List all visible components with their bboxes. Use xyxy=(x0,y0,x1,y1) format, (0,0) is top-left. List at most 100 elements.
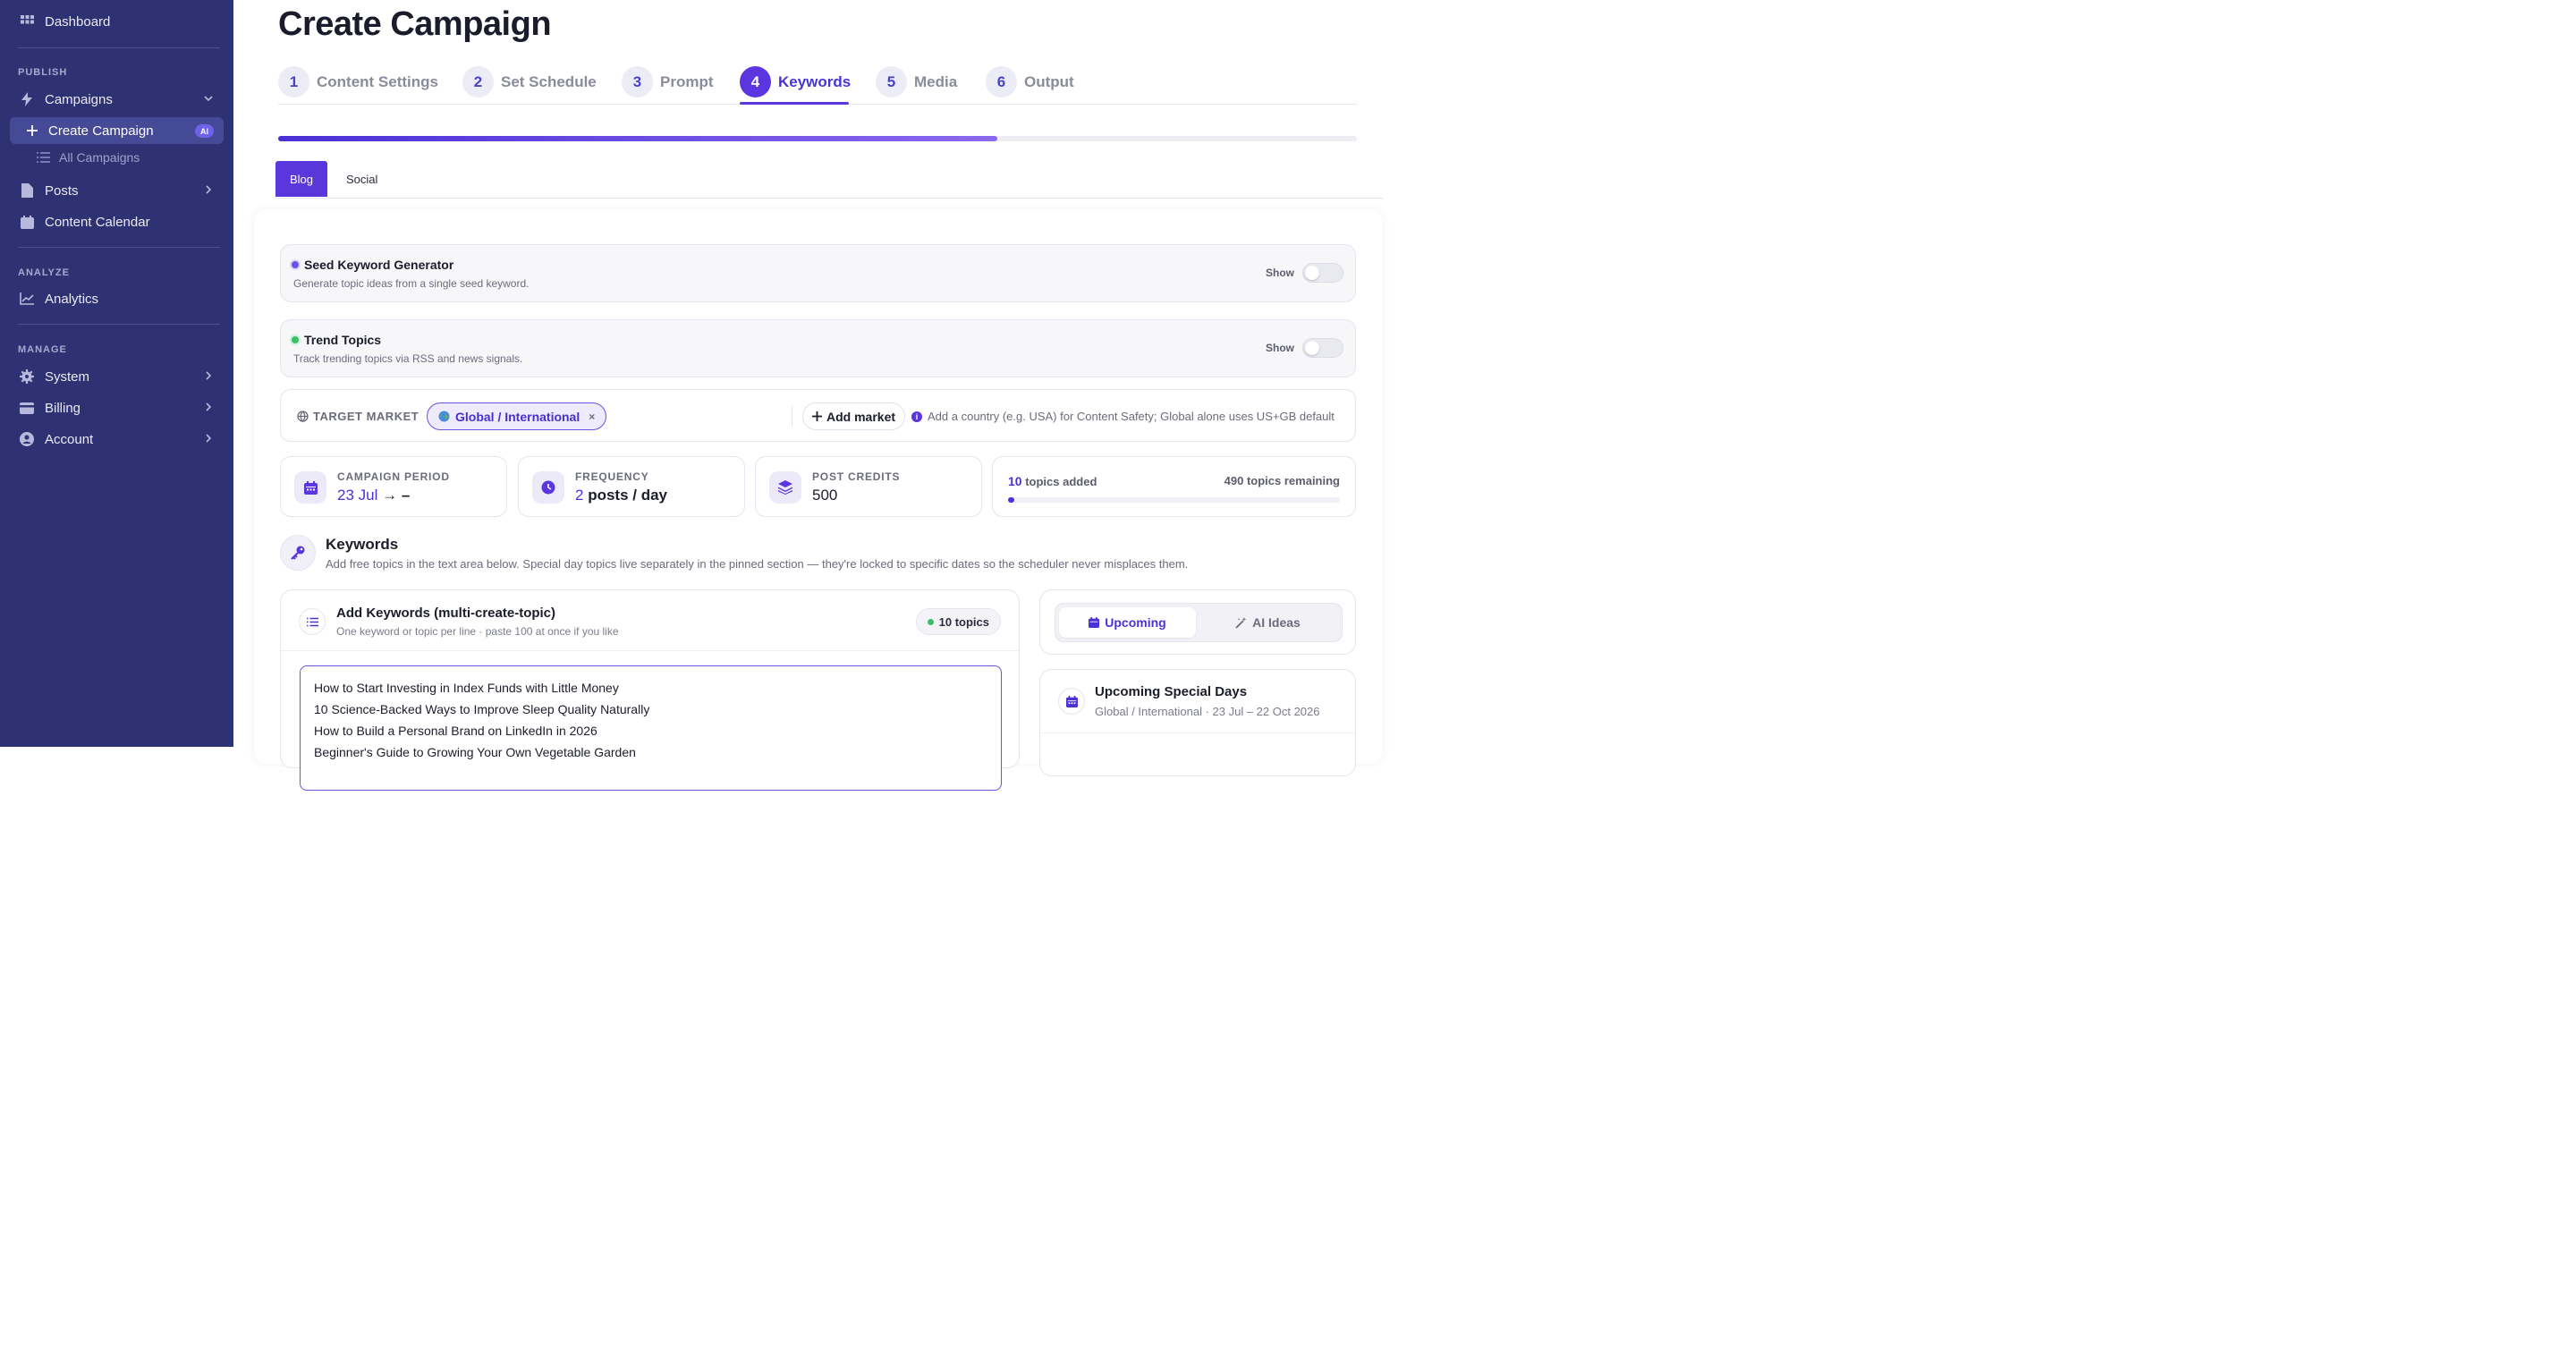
toggle-knob xyxy=(1305,341,1319,355)
step-prompt[interactable]: 3 Prompt xyxy=(622,66,714,97)
step-label: Content Settings xyxy=(317,72,438,90)
trend-topics-title-text: Trend Topics xyxy=(304,333,382,347)
topics-remaining: 490 topics remaining xyxy=(1224,474,1340,487)
chevron-right-icon xyxy=(202,432,215,445)
magic-wand-icon xyxy=(1235,616,1247,629)
step-number: 3 xyxy=(622,66,653,97)
key-icon xyxy=(280,535,316,571)
sidebar-item-system[interactable]: System xyxy=(10,363,224,390)
calendar-icon xyxy=(1058,688,1085,715)
step-number: 2 xyxy=(462,66,494,97)
step-label: Output xyxy=(1024,72,1074,90)
divider xyxy=(18,324,220,325)
chart-line-icon xyxy=(20,292,34,306)
step-number: 4 xyxy=(740,66,771,97)
sidebar-item-all-campaigns[interactable]: All Campaigns xyxy=(37,150,140,165)
step-set-schedule[interactable]: 2 Set Schedule xyxy=(462,66,597,97)
period-separator: → – xyxy=(382,487,411,504)
user-circle-icon xyxy=(20,432,34,446)
sidebar-item-label: Dashboard xyxy=(45,13,111,30)
plus-icon xyxy=(812,411,822,421)
sidebar-item-campaigns[interactable]: Campaigns xyxy=(10,86,224,113)
close-icon[interactable]: × xyxy=(589,411,595,423)
sidebar-item-label: Campaigns xyxy=(45,91,113,107)
seed-generator-title-text: Seed Keyword Generator xyxy=(304,258,454,272)
plus-icon xyxy=(25,123,39,138)
topics-added-text: topics added xyxy=(1025,475,1097,488)
special-days-subtitle: Global / International · 23 Jul – 22 Oct… xyxy=(1095,705,1320,718)
keyword-line: Beginner's Guide to Growing Your Own Veg… xyxy=(314,745,636,759)
list-icon xyxy=(299,608,326,635)
keywords-textarea[interactable]: How to Start Investing in Index Funds wi… xyxy=(300,665,1002,791)
step-number: 6 xyxy=(986,66,1017,97)
sidebar-item-account[interactable]: Account xyxy=(10,426,224,453)
sidebar-item-create-campaign[interactable]: Create Campaign AI xyxy=(10,117,224,144)
seed-generator-toggle[interactable] xyxy=(1302,263,1343,283)
toggle-knob xyxy=(1305,266,1319,280)
step-output[interactable]: 6 Output xyxy=(986,66,1074,97)
sidebar-item-analytics[interactable]: Analytics xyxy=(10,285,224,312)
sidebar: Dashboard PUBLISH Campaigns Create Campa… xyxy=(0,0,233,747)
upcoming-label: Upcoming xyxy=(1105,615,1166,630)
nav-section-manage: MANAGE xyxy=(18,344,67,355)
grid-icon xyxy=(20,14,34,29)
wizard-progress-bar xyxy=(278,136,1357,141)
market-hint: i Add a country (e.g. USA) for Content S… xyxy=(911,410,1335,423)
document-icon xyxy=(20,183,34,198)
trend-topics-toggle[interactable] xyxy=(1302,338,1343,358)
post-credits-label: POST CREDITS xyxy=(812,470,901,483)
market-chip[interactable]: Global / International × xyxy=(427,402,607,430)
sidebar-item-label: Billing xyxy=(45,400,81,416)
keywords-desc: Add free topics in the text area below. … xyxy=(326,557,1189,571)
keyword-line: How to Start Investing in Index Funds wi… xyxy=(314,681,619,695)
frequency-value: 2 posts / day xyxy=(575,487,667,504)
step-number: 5 xyxy=(876,66,907,97)
sidebar-item-dashboard[interactable]: Dashboard xyxy=(10,8,224,35)
info-icon: i xyxy=(911,411,922,422)
sidebar-item-posts[interactable]: Posts xyxy=(10,177,224,204)
campaign-period-card: CAMPAIGN PERIOD 23 Jul → – xyxy=(280,456,507,517)
frequency-card: FREQUENCY 2 posts / day xyxy=(518,456,745,517)
add-market-label: Add market xyxy=(826,409,896,424)
step-media[interactable]: 5 Media xyxy=(876,66,957,97)
post-credits-card: POST CREDITS 500 xyxy=(755,456,982,517)
status-dot xyxy=(927,618,934,625)
nav-section-analyze: ANALYZE xyxy=(18,267,70,278)
gear-icon xyxy=(20,369,34,384)
step-label: Set Schedule xyxy=(501,72,597,90)
keywords-title: Keywords xyxy=(326,536,399,553)
nav-section-publish: PUBLISH xyxy=(18,67,68,78)
seed-generator-title: Seed Keyword Generator xyxy=(292,258,453,272)
topics-usage-fill xyxy=(1008,497,1015,503)
sidebar-item-label: Create Campaign xyxy=(48,123,154,139)
content-type-tabs: Blog Social xyxy=(275,161,1383,199)
step-content-settings[interactable]: 1 Content Settings xyxy=(278,66,438,97)
market-hint-text: Add a country (e.g. USA) for Content Saf… xyxy=(928,410,1335,423)
add-keywords-card: Add Keywords (multi-create-topic) One ke… xyxy=(280,589,1020,791)
chevron-right-icon xyxy=(202,369,215,382)
sidebar-item-label: Account xyxy=(45,431,94,447)
sidebar-item-label: Content Calendar xyxy=(45,214,150,230)
page-title: Create Campaign xyxy=(278,5,552,43)
show-label: Show xyxy=(1266,342,1294,354)
earth-icon xyxy=(438,411,450,422)
upcoming-tab[interactable]: Upcoming xyxy=(1059,607,1196,638)
ai-ideas-tab[interactable]: AI Ideas xyxy=(1199,607,1336,638)
tab-social[interactable]: Social xyxy=(332,161,392,197)
target-market-bar: TARGET MARKET Global / International × A… xyxy=(280,389,1356,442)
trend-topics-title: Trend Topics xyxy=(292,333,381,347)
chevron-down-icon xyxy=(202,92,215,105)
sidebar-item-billing[interactable]: Billing xyxy=(10,394,224,421)
ai-badge: AI xyxy=(195,124,214,138)
trend-topics-card: Trend Topics Track trending topics via R… xyxy=(280,319,1356,377)
step-label: Media xyxy=(914,72,958,90)
sidebar-item-content-calendar[interactable]: Content Calendar xyxy=(10,208,224,235)
add-keywords-header: Add Keywords (multi-create-topic) One ke… xyxy=(281,590,1019,651)
campaign-period-label: CAMPAIGN PERIOD xyxy=(337,470,450,483)
frequency-label: FREQUENCY xyxy=(575,470,649,483)
calendar-icon xyxy=(294,471,326,504)
add-market-button[interactable]: Add market xyxy=(802,402,906,430)
step-keywords[interactable]: 4 Keywords xyxy=(740,66,851,97)
ai-ideas-label: AI Ideas xyxy=(1252,615,1301,630)
tab-blog[interactable]: Blog xyxy=(275,161,328,197)
